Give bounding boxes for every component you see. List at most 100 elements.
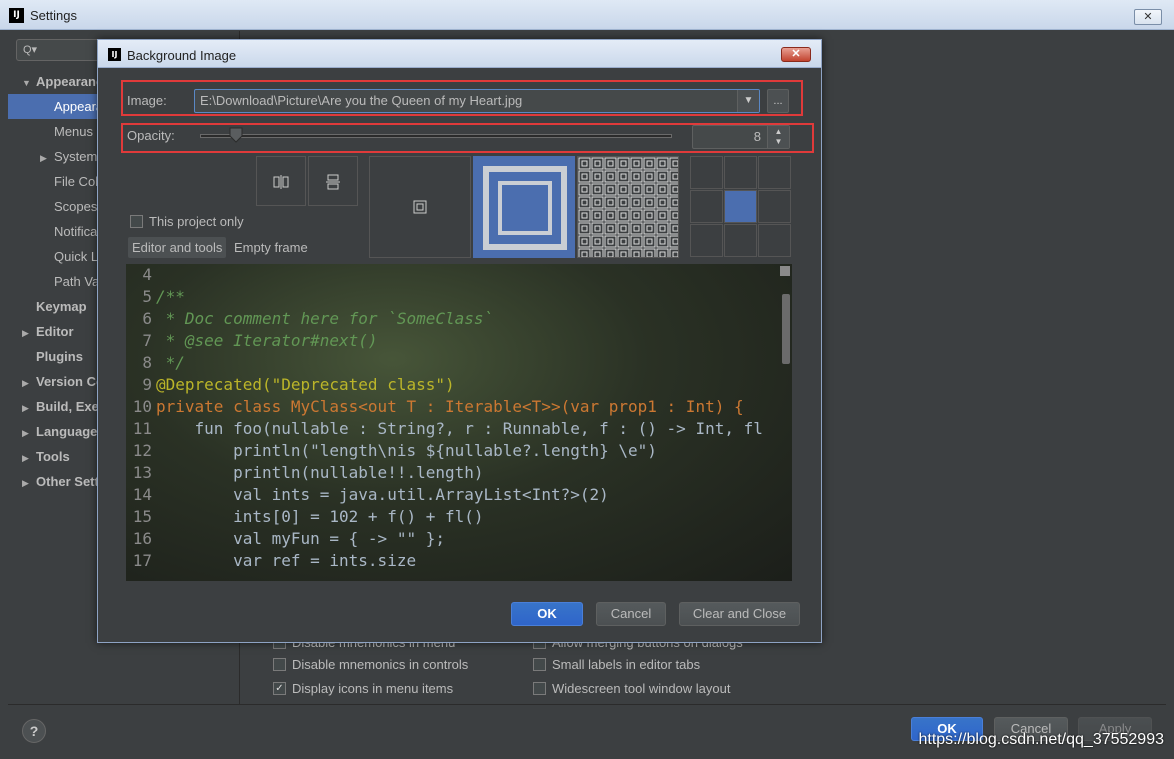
dialog-titlebar: IJ Background Image ✕ (98, 40, 821, 68)
scroll-marker-icon (780, 266, 790, 276)
line-number: 13 (132, 463, 152, 482)
image-path-combobox[interactable]: E:\Download\Picture\Are you the Queen of… (194, 89, 760, 113)
slider-thumb-icon[interactable] (229, 127, 243, 143)
clear-and-close-button[interactable]: Clear and Close (679, 602, 800, 626)
checkbox-small-labels-tabs[interactable]: Small labels in editor tabs (533, 654, 700, 676)
opacity-value: 8 (753, 129, 761, 144)
code-text: */ (156, 353, 185, 372)
line-number: 14 (132, 485, 152, 504)
anchor-cell[interactable] (690, 224, 723, 257)
code-text: @Deprecated("Deprecated class") (156, 375, 455, 394)
anchor-cell[interactable] (724, 156, 757, 189)
line-number: 8 (142, 353, 152, 372)
opacity-label: Opacity: (127, 128, 175, 143)
chevron-down-icon[interactable]: ▼ (22, 71, 36, 94)
code-line: 13 println(nullable!!.length) (126, 462, 484, 484)
anchor-grid (690, 156, 792, 258)
chevron-down-icon[interactable]: ▼ (737, 90, 759, 112)
sidebar-item-label: Scopes (54, 199, 98, 214)
chevron-right-icon[interactable]: ▶ (22, 471, 36, 494)
chevron-right-icon[interactable]: ▶ (40, 146, 54, 169)
code-preview: 4 5/** 6 * Doc comment here for `SomeClass… (126, 264, 792, 581)
split-vertical-icon (273, 175, 289, 189)
anchor-cell[interactable] (690, 190, 723, 223)
line-number: 5 (142, 287, 152, 306)
center-square-icon (413, 200, 427, 214)
checkbox-icon[interactable] (130, 215, 143, 229)
line-number: 16 (132, 529, 152, 548)
anchor-cell[interactable] (758, 190, 791, 223)
code-text: println(nullable!!.length) (156, 463, 484, 482)
target-editor-and-tools[interactable]: Editor and tools (128, 237, 227, 258)
checkbox-label: Small labels in editor tabs (552, 657, 701, 672)
code-line: 14 val ints = java.util.ArrayList<Int?>(… (126, 484, 609, 506)
window-close-button[interactable]: ✕ (1134, 9, 1162, 25)
fill-mode-scale[interactable] (473, 156, 575, 258)
code-line: 4 (126, 264, 156, 286)
line-number: 9 (142, 375, 152, 394)
intellij-logo-icon: IJ (9, 8, 24, 23)
dialog-cancel-button[interactable]: Cancel (596, 602, 666, 626)
opacity-spinner[interactable]: 8 ▲ ▼ (692, 125, 790, 149)
code-line: 17 var ref = ints.size (126, 550, 416, 572)
checkbox-widescreen-layout[interactable]: Widescreen tool window layout (533, 678, 730, 700)
code-scrollbar[interactable] (782, 294, 790, 364)
anchor-cell[interactable] (758, 224, 791, 257)
image-path-value: E:\Download\Picture\Are you the Queen of… (200, 93, 523, 108)
center-vertical-toggle[interactable] (308, 156, 358, 206)
line-number: 12 (132, 441, 152, 460)
line-number: 11 (132, 419, 152, 438)
dialog-close-button[interactable]: ✕ (781, 47, 811, 62)
anchor-cell[interactable] (690, 156, 723, 189)
anchor-cell[interactable] (724, 190, 757, 223)
code-line: 7 * @see Iterator#next() (126, 330, 377, 352)
dialog-ok-button[interactable]: OK (511, 602, 583, 626)
scaled-square-icon (483, 166, 567, 250)
window-title: Settings (30, 8, 77, 23)
chevron-right-icon[interactable]: ▶ (22, 446, 36, 469)
this-project-only-checkbox[interactable]: This project only (130, 211, 244, 233)
sidebar-item-label: Editor (36, 324, 74, 339)
background-image-dialog: IJ Background Image ✕ Image: E:\Download… (97, 39, 822, 643)
anchor-cell[interactable] (724, 224, 757, 257)
line-number: 4 (142, 265, 152, 284)
fill-mode-center[interactable] (369, 156, 471, 258)
opacity-slider[interactable] (200, 134, 672, 138)
checkbox-icon[interactable] (533, 682, 546, 696)
code-text: val ints = java.util.ArrayList<Int?>(2) (156, 485, 609, 504)
checkbox-label: Disable mnemonics in controls (292, 657, 469, 672)
browse-button[interactable]: ... (767, 89, 789, 113)
chevron-right-icon[interactable]: ▶ (22, 421, 36, 444)
fill-mode-tile[interactable] (577, 156, 679, 258)
checkbox-icon[interactable] (533, 658, 546, 672)
dialog-title: Background Image (127, 48, 237, 63)
spinner-arrows-icon[interactable]: ▲ ▼ (767, 126, 789, 148)
code-text: ints[0] = 102 + f() + fl() (156, 507, 484, 526)
checkbox-label: Widescreen tool window layout (552, 681, 731, 696)
checkbox-disable-mnemonics-controls[interactable]: Disable mnemonics in controls (273, 654, 468, 676)
chevron-right-icon[interactable]: ▶ (22, 321, 36, 344)
code-line: 15 ints[0] = 102 + f() + fl() (126, 506, 484, 528)
checkbox-icon[interactable] (273, 658, 286, 672)
code-line: 11 fun foo(nullable : String?, r : Runna… (126, 418, 763, 440)
line-number: 10 (132, 397, 152, 416)
settings-titlebar: IJ Settings ✕ (0, 0, 1174, 30)
line-number: 15 (132, 507, 152, 526)
split-horizontal-icon (326, 174, 340, 190)
chevron-right-icon[interactable]: ▶ (22, 396, 36, 419)
anchor-cell[interactable] (758, 156, 791, 189)
sidebar-item-label: Plugins (36, 349, 83, 364)
code-text: * Doc comment here for `SomeClass` (156, 309, 494, 328)
chevron-right-icon[interactable]: ▶ (22, 371, 36, 394)
center-horizontal-toggle[interactable] (256, 156, 306, 206)
code-text: /** (156, 287, 185, 306)
help-button[interactable]: ? (22, 719, 46, 743)
line-number: 7 (142, 331, 152, 350)
sidebar-item-label: Tools (36, 449, 70, 464)
line-number: 17 (132, 551, 152, 570)
checkbox-icon[interactable]: ✓ (273, 682, 286, 696)
code-line: 10 private class MyClass<out T : Iterable… (126, 396, 744, 418)
target-empty-frame[interactable]: Empty frame (230, 237, 312, 258)
sidebar-item-label: Keymap (36, 299, 87, 314)
checkbox-display-icons-menu[interactable]: ✓ Display icons in menu items (273, 678, 453, 700)
